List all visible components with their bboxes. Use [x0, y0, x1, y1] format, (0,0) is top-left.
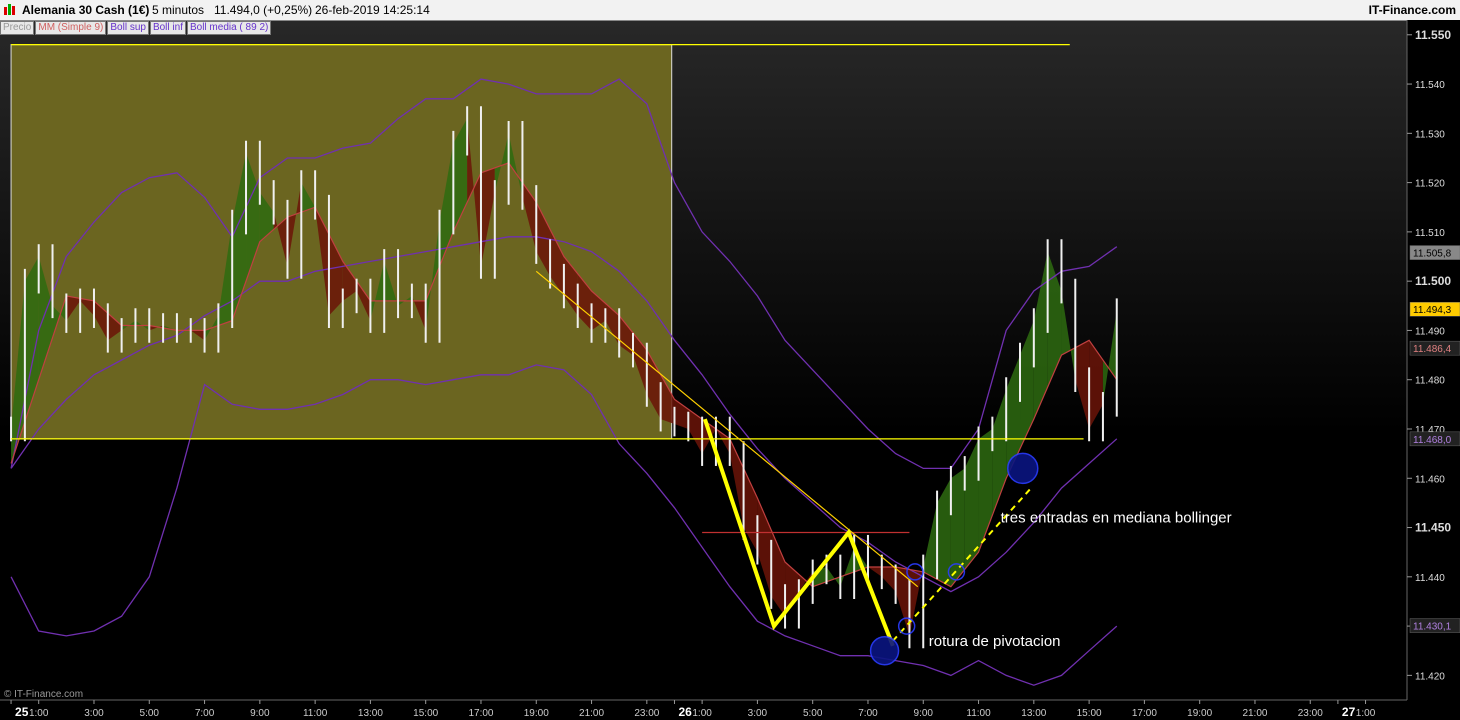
y-tick-label: 11.480 [1415, 376, 1445, 387]
price-label: 11.430,1 [1413, 622, 1452, 633]
x-tick-label: 27 [1342, 705, 1356, 719]
y-tick-label: 11.440 [1415, 573, 1445, 584]
watermark-label: © IT-Finance.com [4, 689, 83, 700]
range-zone-box [10, 44, 673, 440]
x-axis-panel [0, 700, 1460, 720]
bull-fill-segment [950, 468, 965, 587]
price-label: 11.486,4 [1413, 344, 1452, 355]
x-tick-label: 1:00 [29, 708, 49, 719]
y-axis-panel [1407, 20, 1460, 700]
price-chart[interactable]: tres entradas en mediana bollinger rotura… [0, 20, 1460, 720]
annotation-label: rotura de pivotacion [929, 633, 1061, 650]
x-tick-label: 3:00 [748, 708, 768, 719]
y-tick-label: 11.530 [1415, 129, 1445, 140]
title-bar: Alemania 30 Cash (1€) 5 minutos 11.494,0… [0, 0, 1460, 21]
y-tick-label: 11.490 [1415, 326, 1445, 337]
x-tick-label: 23:00 [1298, 708, 1323, 719]
y-tick-label: 11.510 [1415, 228, 1445, 239]
entry-circle [1007, 452, 1039, 485]
x-tick-label: 3:00 [84, 708, 104, 719]
y-tick-label: 11.540 [1415, 80, 1445, 91]
y-tick-label: 11.420 [1415, 671, 1445, 682]
entry-circle [869, 635, 900, 666]
y-tick-label: 11.500 [1415, 274, 1451, 288]
x-tick-label: 5:00 [803, 708, 823, 719]
x-tick-label: 17:00 [1132, 708, 1157, 719]
datetime-label: 26-feb-2019 14:25:14 [315, 3, 430, 17]
y-tick-label: 11.450 [1415, 521, 1451, 535]
y-tick-label: 11.550 [1415, 28, 1451, 42]
brand-label: IT-Finance.com [1368, 3, 1456, 17]
timeframe-label: 5 minutos [152, 3, 205, 17]
x-tick-label: 11:00 [303, 708, 328, 719]
chart-icon[interactable] [3, 3, 17, 16]
x-tick-label: 7:00 [858, 708, 878, 719]
price-change: 11.494,0 (+0,25%) [214, 3, 313, 17]
x-tick-label: 13:00 [358, 708, 383, 719]
price-label: 11.468,0 [1413, 435, 1452, 446]
x-tick-label: 21:00 [579, 708, 604, 719]
x-tick-label: 23:00 [634, 708, 659, 719]
x-tick-label: 19:00 [1187, 708, 1212, 719]
y-tick-label: 11.460 [1415, 474, 1445, 485]
x-tick-label: 7:00 [195, 708, 215, 719]
price-label: 11.494,3 [1413, 305, 1452, 316]
x-tick-label: 9:00 [914, 708, 934, 719]
x-tick-label: 15:00 [1077, 708, 1102, 719]
x-tick-label: 26 [678, 705, 692, 719]
x-tick-label: 15:00 [413, 708, 438, 719]
x-tick-label: 1:00 [1356, 708, 1376, 719]
x-tick-label: 17:00 [468, 708, 493, 719]
x-tick-label: 25 [15, 705, 29, 719]
x-tick-label: 11:00 [966, 708, 991, 719]
x-tick-label: 13:00 [1021, 708, 1046, 719]
instrument-name: Alemania 30 Cash (1€) [22, 3, 150, 17]
y-tick-label: 11.520 [1415, 179, 1445, 190]
x-tick-label: 21:00 [1242, 708, 1267, 719]
x-tick-label: 1:00 [692, 708, 712, 719]
x-tick-label: 9:00 [250, 708, 270, 719]
price-label: 11.505,8 [1413, 249, 1452, 260]
chart-root: Alemania 30 Cash (1€) 5 minutos 11.494,0… [0, 0, 1460, 720]
x-tick-label: 5:00 [140, 708, 160, 719]
x-tick-label: 19:00 [524, 708, 549, 719]
annotation-label: tres entradas en mediana bollinger [1001, 510, 1232, 527]
